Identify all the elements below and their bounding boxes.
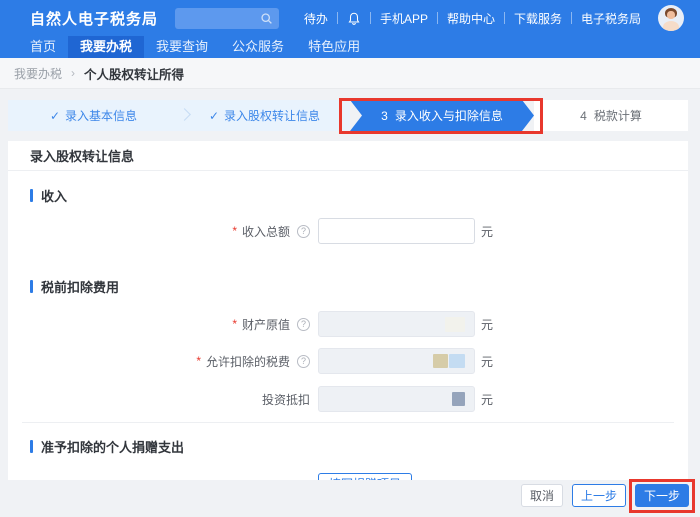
step-4-label: 税款计算 [594,107,642,124]
form-card: 录入股权转让信息 收入 * 收入总额 ? 元 税前扣除费用 * 财产原值 ? 元 [8,141,688,480]
required-mark: * [232,224,237,238]
investment-deduction-label: 投资抵扣 [8,391,310,408]
cancel-button[interactable]: 取消 [521,484,563,507]
app-header: 自然人电子税务局 待办 手机APP 帮助中心 下载服务 电子税务局 首页 我要办… [0,0,700,58]
step-1-basic-info[interactable]: ✓ 录入基本信息 [8,100,179,131]
step-4-tax-calculation: 4 税款计算 [534,100,688,131]
allowed-tax-input-wrap [318,348,475,374]
step-wizard: ✓ 录入基本信息 ✓ 录入股权转让信息 3 录入收入与扣除信息 4 税款计算 [8,100,688,131]
completed-steps-strip: ✓ 录入基本信息 ✓ 录入股权转让信息 [8,100,350,131]
income-total-input[interactable] [318,218,475,244]
step-3-label: 录入收入与扣除信息 [395,107,503,124]
main-nav: 首页 我要办税 我要查询 公众服务 特色应用 [0,36,700,58]
help-question-icon[interactable]: ? [297,318,310,331]
help-question-icon[interactable]: ? [297,225,310,238]
step-2-label: 录入股权转让信息 [224,107,320,124]
allowed-tax-unit: 元 [481,353,493,370]
prev-step-button[interactable]: 上一步 [572,484,626,507]
breadcrumb: 我要办税 › 个人股权转让所得 [0,58,700,89]
form-title: 录入股权转让信息 [8,141,688,171]
help-center-link[interactable]: 帮助中心 [438,10,504,27]
nav-item-do-tax[interactable]: 我要办税 [68,36,144,58]
breadcrumb-separator-icon: › [71,66,75,80]
required-mark: * [196,354,201,368]
etax-bureau-link[interactable]: 电子税务局 [572,10,650,27]
section-donation-title: 准予扣除的个人捐赠支出 [41,437,184,456]
section-accent-bar [30,440,33,453]
step-2-transfer-info[interactable]: ✓ 录入股权转让信息 [179,100,350,131]
investment-deduction-unit: 元 [481,391,493,408]
field-row-investment-deduction: 投资抵扣 元 [8,386,688,412]
todo-link[interactable]: 待办 [295,10,337,27]
income-total-input-wrap [318,218,475,244]
mobile-app-link[interactable]: 手机APP [371,10,437,27]
field-row-allowed-tax: * 允许扣除的税费 ? 元 [8,348,688,374]
check-icon: ✓ [50,109,60,123]
footer-actions: 取消 上一步 下一步 [521,484,689,507]
field-row-income-total: * 收入总额 ? 元 [8,218,688,244]
allowed-tax-label: * 允许扣除的税费 ? [8,353,310,370]
artifact-block [445,317,465,332]
avatar-face [667,11,675,19]
section-accent-bar [30,280,33,293]
section-pre-tax-deduction: 税前扣除费用 [30,277,688,296]
allowed-tax-label-text: 允许扣除的税费 [206,353,290,370]
step-1-label: 录入基本信息 [65,107,137,124]
nav-item-featured[interactable]: 特色应用 [296,36,372,58]
investment-deduction-input-wrap [318,386,475,412]
download-service-link[interactable]: 下载服务 [505,10,571,27]
property-value-label-text: 财产原值 [242,316,290,333]
app-logo: 自然人电子税务局 [30,8,158,29]
income-total-label-text: 收入总额 [242,223,290,240]
nav-item-home[interactable]: 首页 [18,36,68,58]
artifact-block [452,392,465,406]
step-4-number: 4 [580,109,587,123]
search-box[interactable] [175,8,279,29]
step-3-income-deduction: 3 录入收入与扣除信息 [350,100,534,131]
divider [22,422,674,423]
notification-bell-icon[interactable] [338,11,370,26]
required-mark: * [232,317,237,331]
breadcrumb-parent[interactable]: 我要办税 [14,65,62,82]
search-icon[interactable] [260,12,279,25]
section-donation: 准予扣除的个人捐赠支出 [30,437,688,456]
header-top-row: 自然人电子税务局 待办 手机APP 帮助中心 下载服务 电子税务局 [0,0,700,36]
income-total-label: * 收入总额 ? [8,223,310,240]
step-3-number: 3 [381,109,388,123]
artifact-block [449,354,465,368]
income-total-unit: 元 [481,223,493,240]
section-income-title: 收入 [41,186,67,205]
check-icon: ✓ [209,109,219,123]
property-value-unit: 元 [481,316,493,333]
next-step-wrapper: 下一步 [635,484,689,507]
section-deduction-title: 税前扣除费用 [41,277,119,296]
fill-donation-button[interactable]: 填写捐赠项目 [318,473,412,480]
search-input[interactable] [175,12,260,24]
investment-deduction-label-text: 投资抵扣 [262,391,310,408]
artifact-block [433,354,448,368]
step-3-wrapper: 3 录入收入与扣除信息 [350,100,534,131]
next-step-button[interactable]: 下一步 [635,484,689,507]
section-income: 收入 [30,186,688,205]
help-question-icon[interactable]: ? [297,355,310,368]
user-avatar[interactable] [658,5,684,31]
property-value-label: * 财产原值 ? [8,316,310,333]
field-row-property-value: * 财产原值 ? 元 [8,311,688,337]
avatar-body [663,21,679,31]
property-value-input-wrap [318,311,475,337]
nav-item-public-service[interactable]: 公众服务 [220,36,296,58]
nav-item-query[interactable]: 我要查询 [144,36,220,58]
section-accent-bar [30,189,33,202]
breadcrumb-current: 个人股权转让所得 [84,64,184,83]
